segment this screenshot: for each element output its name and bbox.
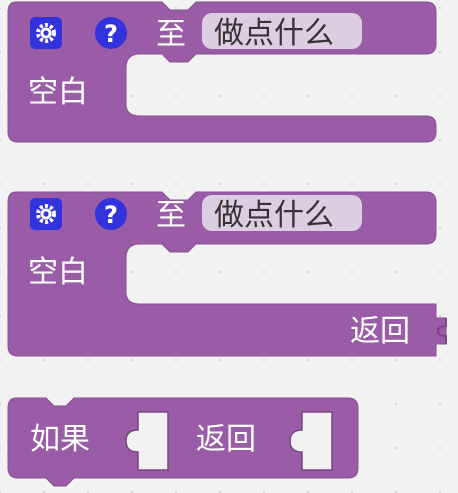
- procedure-name-text: 做点什么: [214, 16, 334, 51]
- body-label: 空白: [28, 75, 88, 110]
- procedure-block-no-return[interactable]: ? 至 做点什么 空白: [7, 1, 437, 143]
- return-label: 返回: [350, 314, 410, 349]
- mutator-gear-button[interactable]: [30, 17, 62, 49]
- help-button[interactable]: ?: [95, 198, 127, 230]
- procedure-name-field[interactable]: 做点什么: [202, 195, 362, 233]
- if-return-block[interactable]: 如果 返回: [7, 397, 359, 487]
- to-label: 至: [156, 198, 186, 233]
- procedure-name-text: 做点什么: [214, 198, 334, 233]
- procedure-name-field[interactable]: 做点什么: [202, 13, 362, 51]
- mutator-gear-button[interactable]: [30, 198, 62, 230]
- question-glyph: ?: [104, 20, 118, 48]
- help-button[interactable]: ?: [95, 17, 127, 49]
- blockly-workspace[interactable]: ? 至 做点什么 空白 ? 至 做点什么 空白 返回 如果 返回: [0, 0, 458, 493]
- body-label: 空白: [28, 255, 88, 290]
- blocks-canvas: ? 至 做点什么 空白 ? 至 做点什么 空白 返回 如果 返回: [7, 1, 447, 487]
- to-label: 至: [156, 17, 186, 52]
- question-glyph: ?: [104, 201, 118, 229]
- if-label: 如果: [30, 422, 90, 457]
- return-label: 返回: [196, 422, 256, 457]
- procedure-block-with-return[interactable]: ? 至 做点什么 空白 返回: [7, 191, 447, 357]
